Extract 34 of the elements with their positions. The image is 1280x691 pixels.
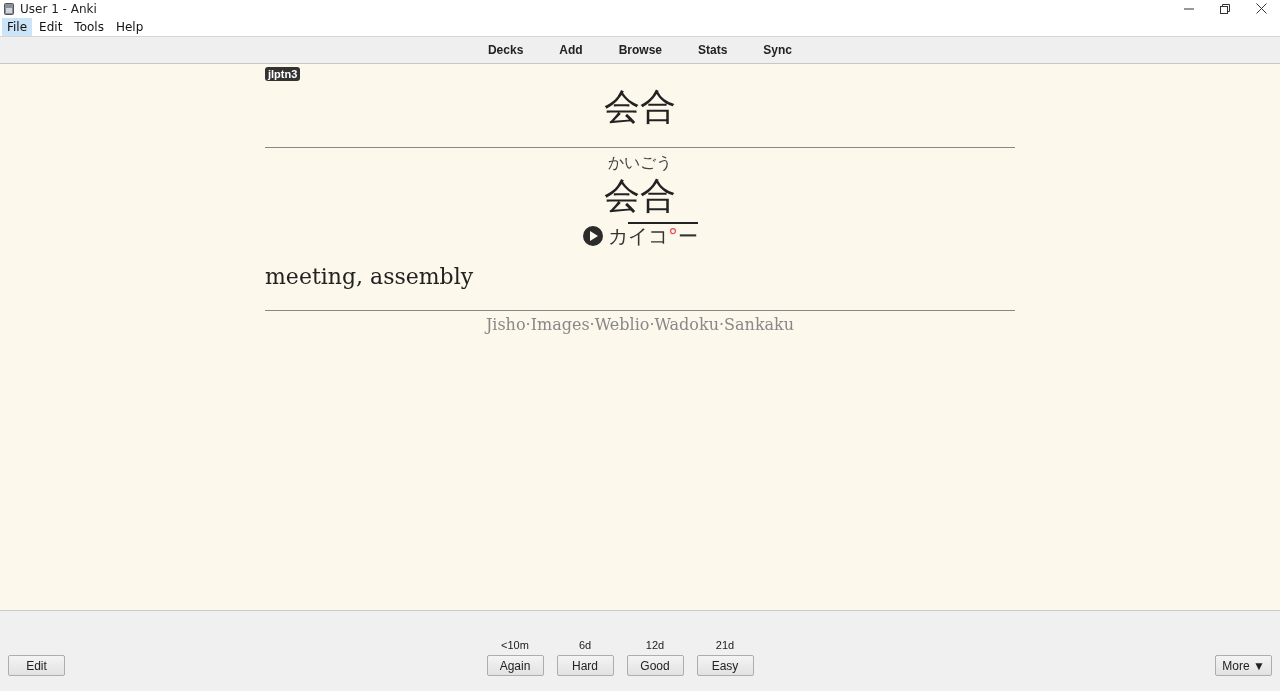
toolbar-link[interactable]: Add — [541, 43, 601, 57]
window-title: User 1 - Anki — [20, 1, 97, 16]
menu-item[interactable]: Tools — [69, 17, 109, 36]
answer-button[interactable]: Easy — [696, 655, 754, 676]
toolbar-link[interactable]: Stats — [680, 43, 746, 57]
expression-word: 会合 — [604, 174, 676, 218]
app-icon — [4, 2, 14, 15]
reading-text: かいごう — [608, 152, 672, 174]
menu-item[interactable]: File — [2, 17, 33, 36]
separator-dot: · — [649, 315, 655, 334]
front-word: 会合 — [604, 85, 676, 129]
edit-button[interactable]: Edit — [8, 655, 65, 676]
separator-dot: · — [719, 315, 725, 334]
pitch-reading: カ イコ°ー — [608, 224, 698, 248]
separator-dot: · — [589, 315, 595, 334]
toolbar-link[interactable]: Browse — [600, 43, 680, 57]
tag-badge: jlptn3 — [265, 67, 301, 81]
toolbar-link[interactable]: Decks — [469, 43, 542, 57]
meaning-text: meeting, assembly — [265, 263, 474, 291]
interval-label: <10m — [501, 639, 529, 651]
interval-label: 21d — [715, 639, 735, 651]
menu-item[interactable]: Help — [110, 17, 149, 36]
close-icon[interactable] — [1256, 3, 1267, 14]
restore-icon[interactable] — [1220, 3, 1230, 14]
more-button[interactable]: More ▼ — [1215, 655, 1272, 676]
answer-button[interactable]: Again — [486, 655, 544, 676]
interval-label: 12d — [645, 639, 665, 651]
answer-button[interactable]: Good — [626, 655, 684, 676]
separator-dot: · — [525, 315, 531, 334]
play-icon[interactable] — [582, 225, 604, 247]
answer-button[interactable]: Hard — [556, 655, 614, 676]
interval-label: 6d — [578, 639, 592, 651]
toolbar-link[interactable]: Sync — [745, 43, 811, 57]
menu-item[interactable]: Edit — [34, 17, 68, 36]
